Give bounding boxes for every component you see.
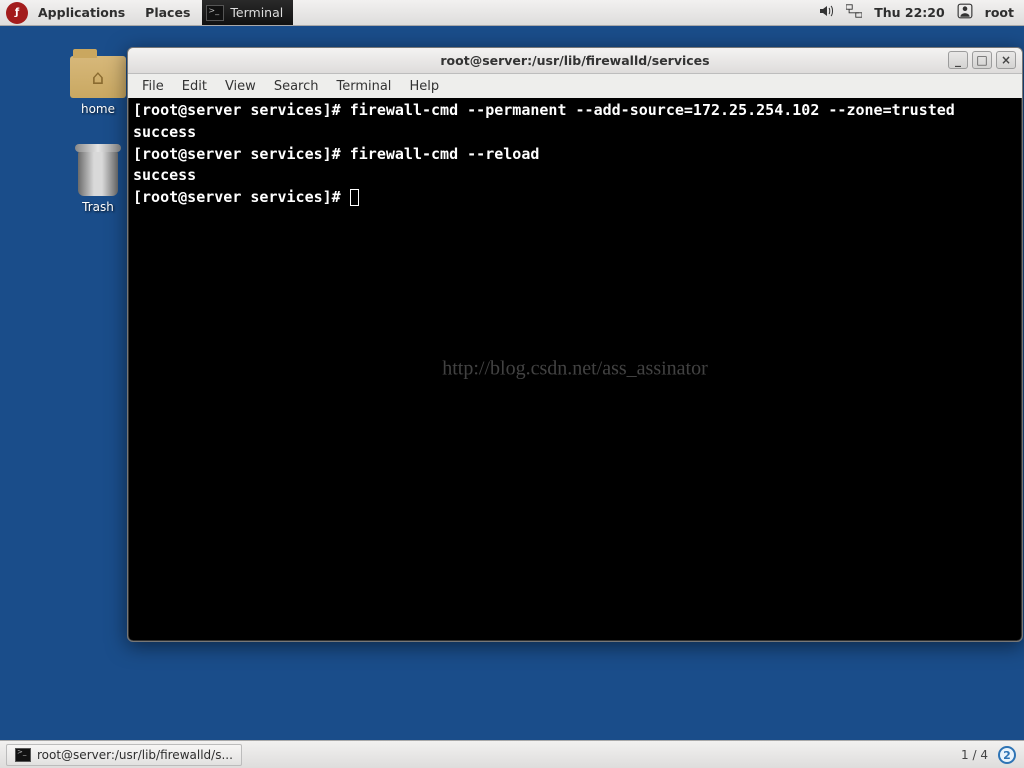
network-icon[interactable] xyxy=(846,3,862,22)
top-panel: ƒ Applications Places Terminal Thu 22:20… xyxy=(0,0,1024,26)
close-button[interactable]: × xyxy=(996,51,1016,69)
menu-terminal[interactable]: Terminal xyxy=(328,77,399,96)
trash-icon xyxy=(78,150,118,196)
workspace-indicator[interactable]: 1 / 4 xyxy=(961,748,988,762)
terminal-window: root@server:/usr/lib/firewalld/services … xyxy=(127,47,1023,642)
window-title: root@server:/usr/lib/firewalld/services xyxy=(440,53,709,68)
terminal-output[interactable]: [root@server services]# firewall-cmd --p… xyxy=(128,98,1022,641)
active-app-indicator[interactable]: Terminal xyxy=(202,0,293,25)
desktop-icon-trash[interactable]: Trash xyxy=(58,150,138,214)
taskbar-item-terminal[interactable]: root@server:/usr/lib/firewalld/s... xyxy=(6,744,242,766)
clock[interactable]: Thu 22:20 xyxy=(874,5,944,20)
applications-menu[interactable]: Applications xyxy=(28,0,135,25)
active-app-label: Terminal xyxy=(230,5,283,20)
menu-file[interactable]: File xyxy=(134,77,172,96)
places-menu[interactable]: Places xyxy=(135,0,200,25)
terminal-icon xyxy=(15,748,31,762)
notification-badge[interactable]: 2 xyxy=(998,746,1016,764)
distro-icon: ƒ xyxy=(6,2,28,24)
desktop-icon-label: Trash xyxy=(58,200,138,214)
menu-view[interactable]: View xyxy=(217,77,264,96)
maximize-button[interactable]: □ xyxy=(972,51,992,69)
taskbar-label: root@server:/usr/lib/firewalld/s... xyxy=(37,748,233,762)
menu-help[interactable]: Help xyxy=(401,77,447,96)
desktop-icon-home[interactable]: ⌂ home xyxy=(58,56,138,116)
menu-edit[interactable]: Edit xyxy=(174,77,215,96)
folder-icon: ⌂ xyxy=(70,56,126,98)
text-cursor xyxy=(350,189,359,206)
volume-icon[interactable] xyxy=(818,3,834,22)
titlebar[interactable]: root@server:/usr/lib/firewalld/services … xyxy=(128,48,1022,74)
bottom-panel: root@server:/usr/lib/firewalld/s... 1 / … xyxy=(0,740,1024,768)
user-icon[interactable] xyxy=(957,3,973,22)
menubar: File Edit View Search Terminal Help xyxy=(128,74,1022,98)
username[interactable]: root xyxy=(985,5,1014,20)
watermark: http://blog.csdn.net/ass_assinator xyxy=(129,355,1021,384)
system-tray: Thu 22:20 root xyxy=(818,3,1024,22)
terminal-icon xyxy=(206,5,224,21)
minimize-button[interactable]: _ xyxy=(948,51,968,69)
desktop-icon-label: home xyxy=(58,102,138,116)
menu-search[interactable]: Search xyxy=(266,77,327,96)
